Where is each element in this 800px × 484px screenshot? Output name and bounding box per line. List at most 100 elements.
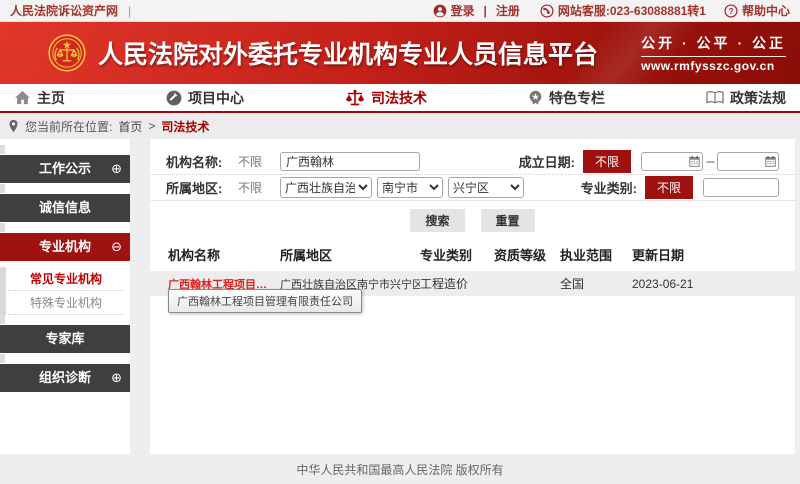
nav-item-judicial-tech[interactable]: 司法技术 [345, 88, 427, 108]
nav-label: 项目中心 [188, 88, 244, 108]
nav-label: 主页 [37, 88, 65, 108]
footer: 中华人民共和国最高人民法院 版权所有 [0, 454, 800, 484]
nav-label: 司法技术 [371, 88, 427, 108]
cell-scope: 全国 [560, 275, 632, 292]
col-header-scope: 执业范围 [560, 245, 632, 264]
scales-icon [345, 89, 365, 107]
org-name-input[interactable] [280, 152, 420, 171]
nav-label: 特色专栏 [549, 88, 605, 108]
sidebar-item-label: 专家库 [45, 331, 84, 346]
help-label: 帮助中心 [742, 2, 790, 19]
platform-title: 人民法院对外委托专业机构专业人员信息平台 [98, 35, 598, 71]
topbar-left: 人民法院诉讼资产网 | [10, 2, 131, 19]
collapse-icon[interactable]: ⊖ [111, 233, 122, 261]
phone-icon [540, 4, 554, 18]
court-emblem-icon [48, 34, 86, 72]
nav-item-home[interactable]: 主页 [14, 88, 65, 108]
expand-icon[interactable]: ⊕ [111, 364, 122, 392]
date-range-separator: --- [706, 156, 714, 168]
table-header: 机构名称 所属地区 专业类别 资质等级 执业范围 更新日期 [150, 237, 795, 271]
sidebar-subitem-common-org[interactable]: 常见专业机构 [8, 267, 124, 291]
breadcrumb-prefix: 您当前所在位置: [25, 118, 112, 135]
col-header-level: 资质等级 [494, 245, 560, 264]
login-register-separator: | [484, 4, 487, 18]
sidebar-submenu: 常见专业机构 特殊专业机构 [0, 267, 130, 315]
breadcrumb-current[interactable]: 司法技术 [161, 118, 209, 135]
sidebar-subitem-special-org[interactable]: 特殊专业机构 [8, 291, 124, 315]
main-panel: 机构名称: 不限 成立日期: 不限 --- 所属地区: 不限 [150, 139, 795, 454]
login-link[interactable]: 登录 [433, 2, 475, 19]
nav-label: 政策法规 [730, 88, 786, 108]
founding-date-label: 成立日期: [519, 152, 575, 171]
sidebar-item-integrity-info[interactable]: 诚信信息 [0, 194, 130, 222]
register-link[interactable]: 注册 [496, 2, 520, 19]
nav-item-special-column[interactable]: 特色专栏 [528, 88, 605, 108]
nav-item-policy[interactable]: 政策法规 [706, 88, 786, 108]
search-button[interactable]: 搜索 [410, 209, 464, 232]
col-header-updated: 更新日期 [632, 245, 727, 264]
region-label: 所属地区: [166, 178, 238, 197]
button-row: 搜索 重置 [150, 201, 795, 237]
svg-text:?: ? [728, 5, 733, 15]
category-unlimited-button[interactable]: 不限 [645, 176, 693, 199]
calendar-icon[interactable] [765, 156, 776, 167]
sidebar-item-professional-org[interactable]: 专业机构 ⊖ [0, 233, 130, 261]
service-hotline: 网站客服:023-63088881转1 [540, 2, 706, 19]
site-url: www.rmfysszc.gov.cn [641, 59, 786, 73]
category-label: 专业类别: [581, 178, 637, 197]
service-label: 网站客服:023-63088881转1 [558, 2, 706, 19]
date-to-wrap [717, 152, 779, 171]
expand-icon[interactable]: ⊕ [111, 155, 122, 183]
region-unlimited-option[interactable]: 不限 [238, 179, 280, 196]
sidebar-item-work-publicity[interactable]: 工作公示 ⊕ [0, 155, 130, 183]
org-name-unlimited-option[interactable]: 不限 [238, 153, 280, 170]
project-center-icon [166, 90, 182, 106]
date-from-wrap [641, 152, 703, 171]
register-label: 注册 [496, 2, 520, 19]
sidebar-item-label: 组织诊断 [39, 370, 91, 385]
book-icon [706, 90, 724, 105]
user-icon [433, 4, 447, 18]
sidebar-item-label: 专业机构 [39, 239, 91, 254]
form-row-region-category: 所属地区: 不限 广西壮族自治区 南宁市 兴宁区 专业类别: 不限 [150, 175, 795, 201]
sidebar-item-expert-library[interactable]: 专家库 [0, 325, 130, 353]
form-row-name-date: 机构名称: 不限 成立日期: 不限 --- [150, 149, 795, 175]
date-unlimited-button[interactable]: 不限 [583, 150, 631, 173]
city-select[interactable]: 南宁市 [377, 177, 443, 198]
category-input[interactable] [703, 178, 779, 197]
breadcrumb-separator: > [148, 119, 155, 133]
login-label: 登录 [451, 2, 475, 19]
page: 人民法院诉讼资产网 | 登录 | 注册 网站客服:023-63088881转1 … [0, 0, 800, 484]
reset-button[interactable]: 重置 [481, 209, 535, 232]
sidebar-item-label: 工作公示 [39, 161, 91, 176]
asset-site-link[interactable]: 人民法院诉讼资产网 [10, 2, 118, 19]
nav-item-project-center[interactable]: 项目中心 [166, 88, 244, 108]
home-icon [14, 90, 31, 105]
badge-icon [528, 90, 543, 106]
cell-category: 工程造价 [420, 275, 494, 292]
breadcrumb-home-link[interactable]: 首页 [118, 118, 142, 135]
help-center-link[interactable]: ? 帮助中心 [724, 2, 790, 19]
copyright-text: 中华人民共和国最高人民法院 版权所有 [296, 461, 503, 478]
col-header-org-name: 机构名称 [168, 245, 280, 264]
slogan-box: 公开 · 公平 · 公正 www.rmfysszc.gov.cn [641, 33, 786, 73]
slogan: 公开 · 公平 · 公正 [641, 33, 786, 57]
help-icon: ? [724, 4, 738, 18]
breadcrumb: 您当前所在位置: 首页 > 司法技术 [0, 113, 800, 139]
banner: 人民法院对外委托专业机构专业人员信息平台 公开 · 公平 · 公正 www.rm… [0, 22, 800, 84]
district-select[interactable]: 兴宁区 [448, 177, 524, 198]
col-header-category: 专业类别 [420, 245, 494, 264]
org-name-label: 机构名称: [166, 152, 238, 171]
cell-updated: 2023-06-21 [632, 277, 727, 291]
content: 工作公示 ⊕ 诚信信息 专业机构 ⊖ 常见专业机构 特殊专业机构 专家库 组织诊… [0, 139, 800, 454]
topbar-right: 登录 | 注册 网站客服:023-63088881转1 ? 帮助中心 [433, 2, 791, 19]
main-nav: 主页 项目中心 司法技术 特色专栏 [0, 84, 800, 113]
calendar-icon[interactable] [689, 156, 700, 167]
province-select[interactable]: 广西壮族自治区 [280, 177, 372, 198]
org-name-tooltip: 广西翰林工程项目管理有限责任公司 [168, 289, 362, 313]
sidebar-item-label: 诚信信息 [39, 200, 91, 215]
sidebar: 工作公示 ⊕ 诚信信息 专业机构 ⊖ 常见专业机构 特殊专业机构 专家库 组织诊… [0, 139, 130, 454]
topbar-divider: | [128, 4, 131, 18]
col-header-region: 所属地区 [280, 245, 420, 264]
sidebar-item-org-diagnosis[interactable]: 组织诊断 ⊕ [0, 364, 130, 392]
